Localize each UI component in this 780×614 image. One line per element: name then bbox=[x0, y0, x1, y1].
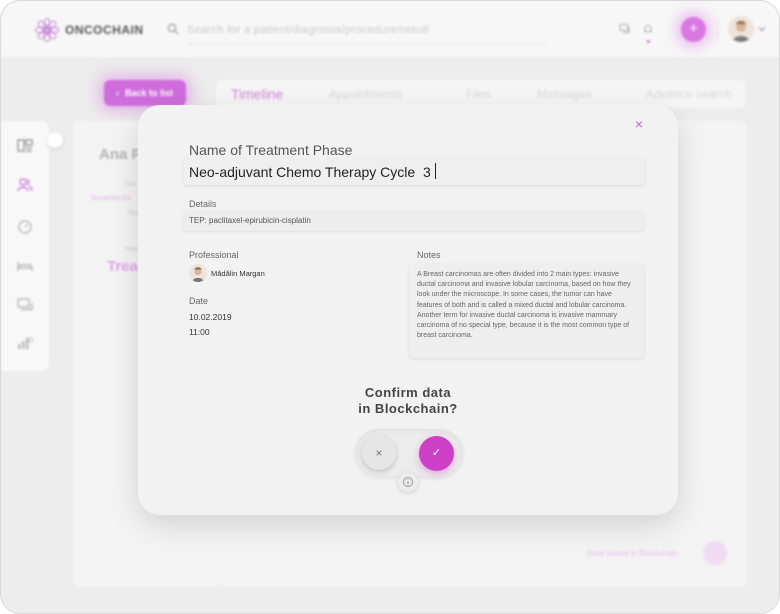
bell-icon[interactable] bbox=[642, 23, 654, 35]
app-window: ONCOCHAIN Search for a patient/diagnosis… bbox=[0, 0, 780, 614]
confirm-question-line2: in Blockchain? bbox=[358, 401, 458, 416]
stats-icon[interactable] bbox=[17, 335, 33, 351]
reject-button[interactable]: × bbox=[362, 436, 396, 470]
stage-label: Sta bbox=[128, 210, 139, 217]
patients-icon[interactable] bbox=[17, 177, 33, 193]
professional-label: Professional bbox=[189, 250, 239, 260]
treatment-value: Trea bbox=[107, 258, 138, 275]
avatar[interactable] bbox=[728, 16, 754, 42]
date-label: Date bbox=[189, 296, 209, 306]
time-value: 11:00 bbox=[189, 327, 210, 337]
tab-appointments[interactable]: Appointments bbox=[329, 87, 402, 101]
phase-label: Name of Treatment Phase bbox=[189, 142, 353, 158]
tab-files[interactable]: Files bbox=[466, 87, 491, 101]
diagnosis-value: Scuamos Ce bbox=[91, 195, 132, 202]
info-icon[interactable] bbox=[398, 472, 418, 492]
tab-timeline[interactable]: Timeline bbox=[231, 86, 283, 102]
text-caret bbox=[435, 163, 436, 179]
dashboard-icon[interactable] bbox=[17, 138, 33, 154]
notes-label: Notes bbox=[417, 250, 441, 260]
app-name: ONCOCHAIN bbox=[65, 23, 144, 37]
date-value: 10.02.2019 bbox=[189, 312, 232, 322]
messages-icon[interactable] bbox=[17, 297, 33, 313]
professional-name: Mădălin Margan bbox=[211, 269, 265, 278]
head-label: Hea bbox=[125, 246, 138, 253]
back-to-list-button[interactable]: ‹ Back to list bbox=[104, 80, 186, 106]
phase-name-value[interactable]: Neo-adjuvant Chemo Therapy Cycle 3 bbox=[189, 164, 431, 180]
sidebar-toggle[interactable] bbox=[47, 132, 63, 148]
tab-advance-search[interactable]: Advance search bbox=[646, 87, 732, 101]
bed-icon[interactable] bbox=[17, 258, 33, 274]
details-value[interactable]: TEP: paclitaxel-epirubicin-cisplatin bbox=[189, 216, 311, 225]
timer-icon[interactable] bbox=[17, 219, 33, 235]
add-button[interactable]: + bbox=[681, 17, 706, 42]
back-to-list-label: Back to list bbox=[125, 88, 174, 98]
confirm-question-line1: Confirm data bbox=[364, 385, 452, 400]
notes-text[interactable]: A Breast carcinomas are often divided in… bbox=[409, 264, 644, 358]
patient-name: Ana P bbox=[99, 146, 142, 163]
logo-icon bbox=[34, 17, 60, 43]
chevron-down-icon[interactable] bbox=[758, 25, 766, 33]
notification-dot bbox=[647, 40, 650, 43]
chevron-left-icon: ‹ bbox=[116, 88, 119, 98]
tabs-bar: Timeline Appointments Files Messages Adv… bbox=[216, 80, 746, 108]
chat-icon[interactable] bbox=[619, 23, 631, 35]
close-icon[interactable]: × bbox=[633, 117, 645, 131]
search-icon bbox=[167, 23, 179, 35]
diagnosis-label: Dia bbox=[125, 181, 136, 188]
divider bbox=[717, 20, 718, 40]
professional-avatar bbox=[189, 264, 207, 282]
sidebar bbox=[1, 121, 49, 371]
confirm-button[interactable]: ✓ bbox=[419, 436, 454, 471]
blockchain-icon bbox=[703, 541, 727, 565]
tab-messages[interactable]: Messages bbox=[537, 87, 592, 101]
details-label: Details bbox=[189, 199, 217, 209]
blockchain-status: Data stored in Blockchain bbox=[587, 549, 678, 558]
top-bar: ONCOCHAIN Search for a patient/diagnosis… bbox=[1, 1, 779, 57]
search-input[interactable]: Search for a patient/diagnosis/procedure… bbox=[187, 24, 547, 45]
